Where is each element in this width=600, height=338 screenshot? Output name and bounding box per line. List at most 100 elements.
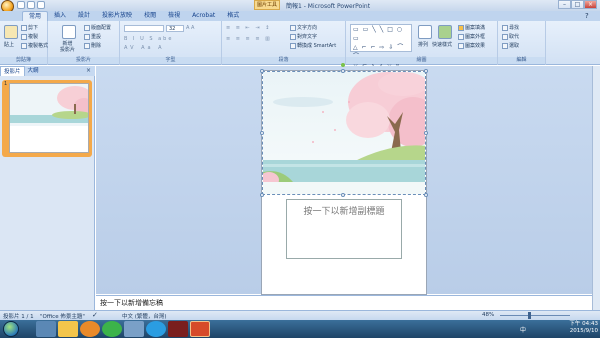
drawing-group-label: 繪圖 [346,57,497,64]
align-buttons[interactable]: ≡ ≡ ≡ ≡ ▥ [226,36,272,42]
notes-pane[interactable] [96,295,592,310]
save-icon[interactable] [17,1,25,9]
tab-outline[interactable]: 大綱 [25,66,42,76]
paragraph-group: ≡ ≡ ⇤ ⇥ ↕ ≡ ≡ ≡ ≡ ▥ 文字方向 對齊文字 轉換成 SmartA… [222,21,346,65]
resize-handle[interactable] [424,69,428,73]
screen-icon[interactable] [124,321,144,337]
tab-acrobat[interactable]: Acrobat [186,11,221,21]
resize-handle[interactable] [341,69,345,73]
text-direction-button[interactable]: 文字方向 [290,24,317,31]
rotate-handle[interactable] [341,63,345,67]
tab-view[interactable]: 檢視 [162,11,186,21]
tab-insert[interactable]: 插入 [48,11,72,21]
font-color-buttons[interactable]: AV Aa A [124,45,165,51]
shapes-gallery[interactable]: ▭ ▭ ╲ ╲ □ ○ ▭△ ⌐ ⌐ ⇨ ⇩ ⌒ ⌒☆ ⌐ { } ☆ ▿ [350,24,412,69]
maximize-button[interactable]: □ [571,0,584,9]
paste-label[interactable]: 貼上 [4,41,14,48]
system-clock[interactable]: 下午 04:43 2015/9/10 [556,321,598,335]
cherry-blossom-landscape-image [263,72,425,194]
ime-indicator[interactable]: 中 [520,325,526,334]
new-slide-icon[interactable] [62,25,76,39]
paragraph-group-label: 段落 [222,57,345,64]
theme-name[interactable]: "Office 佈景主題" [40,312,85,320]
close-panel-icon[interactable]: × [86,67,91,74]
list-buttons[interactable]: ≡ ≡ ⇤ ⇥ ↕ [226,25,271,31]
close-button[interactable]: × [584,0,597,9]
slides-group-label: 投影片 [48,57,119,64]
reset-button[interactable]: 重設 [84,33,101,40]
tab-design[interactable]: 設計 [72,11,96,21]
font-size-combo[interactable]: 32 [166,25,184,32]
slide-thumbnail[interactable] [9,83,89,153]
shape-outline-button[interactable]: 圖案外框 [458,33,485,40]
resize-handle[interactable] [341,193,345,197]
tab-home[interactable]: 常用 [22,11,49,21]
font-group: 32 A A B I U S abe AV Aa A 字型 [120,21,222,65]
cut-button[interactable]: 剪下 [21,24,38,31]
window-title: 簡報1 - Microsoft PowerPoint [286,3,371,10]
select-button[interactable]: 選取 [502,42,519,49]
shape-effects-button[interactable]: 圖案效果 [458,42,485,49]
undo-icon[interactable] [27,1,35,9]
shape-fill-button[interactable]: 圖案填滿 [458,24,485,31]
replace-button[interactable]: 取代 [502,33,519,40]
tab-format[interactable]: 格式 [221,11,245,21]
fill-icon [458,24,464,31]
paste-icon[interactable] [4,25,18,39]
zoom-level[interactable]: 48% [482,312,494,318]
grow-shrink-font[interactable]: A A [186,25,194,31]
arrange-button[interactable]: 排列 [418,41,428,48]
tab-slideshow[interactable]: 投影片放映 [96,11,138,21]
folder-icon[interactable] [58,321,78,337]
quick-styles-button[interactable]: 快速樣式 [432,41,452,48]
format-painter-button[interactable]: 複製格式 [21,42,48,49]
font-name-combo[interactable] [124,25,164,32]
delete-icon [84,42,90,49]
taskbar: 中 [0,320,600,338]
slide-number: 1 [4,81,8,87]
redo-icon[interactable] [37,1,45,9]
thumbnail-picture [10,84,88,126]
quick-styles-icon[interactable] [438,25,452,39]
tab-review[interactable]: 校閱 [138,11,162,21]
resize-handle[interactable] [260,193,264,197]
ie-icon[interactable] [36,321,56,337]
zoom-slider-thumb[interactable] [528,312,531,319]
find-button[interactable]: 尋找 [502,24,519,31]
acrobat-icon[interactable] [168,321,188,337]
arrange-icon[interactable] [418,25,432,39]
help-icon[interactable]: ? [585,12,589,20]
clipboard-group: 貼上 剪下 複製 複製格式 剪貼簿 [0,21,48,65]
skype-icon[interactable] [146,321,166,337]
text-direction-icon [290,24,296,31]
spellcheck-icon[interactable]: ✓ [92,311,98,319]
font-style-buttons[interactable]: B I U S abe [124,36,173,42]
new-slide-button[interactable]: 新增 投影片 [60,41,75,53]
language-indicator[interactable]: 中文 (繁體，台灣) [122,312,167,320]
replace-icon [502,33,508,40]
vertical-scrollbar[interactable] [592,66,600,315]
start-button-icon[interactable] [3,321,19,337]
subtitle-placeholder-text[interactable]: 按一下以新增副標題 [286,204,402,217]
notes-placeholder[interactable]: 按一下以新增備忘稿 [100,298,163,308]
outline-icon [458,33,464,40]
smartart-button[interactable]: 轉換成 SmartArt [290,42,336,49]
copy-button[interactable]: 複製 [21,33,38,40]
powerpoint-icon[interactable] [190,321,210,337]
align-text-button[interactable]: 對齊文字 [290,33,317,40]
zoom-slider[interactable] [500,315,570,316]
line-app-icon[interactable] [102,321,122,337]
copy-icon [21,33,27,40]
cherry-blossom-picture[interactable] [262,71,426,195]
resize-handle[interactable] [424,193,428,197]
minimize-button[interactable]: – [558,0,571,9]
resize-handle[interactable] [424,131,428,135]
delete-button[interactable]: 刪除 [84,42,101,49]
picture-tools-context-tab: 圖片工具 [254,0,280,10]
tab-slides[interactable]: 投影片 [0,66,25,76]
resize-handle[interactable] [260,131,264,135]
layout-button[interactable]: 版面配置 [84,24,111,31]
font-group-label: 字型 [120,57,221,64]
media-player-icon[interactable] [80,321,100,337]
resize-handle[interactable] [260,69,264,73]
